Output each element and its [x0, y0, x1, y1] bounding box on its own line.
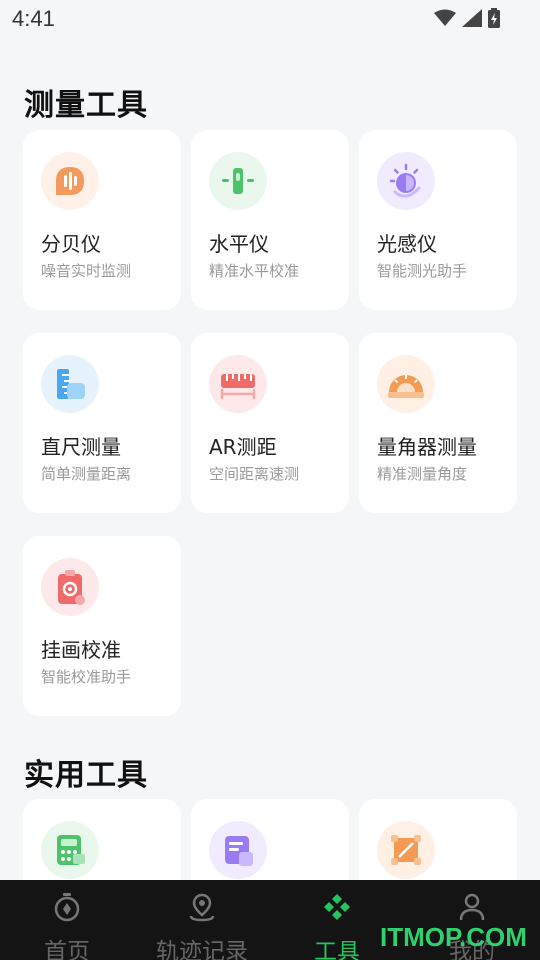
card-subtitle: 智能测光助手: [377, 262, 468, 280]
ruler-icon: [41, 355, 99, 413]
calculator-icon: [41, 821, 99, 879]
section-title-utility: 实用工具: [24, 758, 148, 793]
card-subtitle: 精准测量角度: [377, 465, 468, 483]
tool-card-ruler[interactable]: 直尺测量 简单测量距离: [23, 333, 181, 513]
section-title-measure: 测量工具: [24, 88, 148, 123]
card-subtitle: 智能校准助手: [41, 668, 132, 686]
card-title: 量角器测量: [377, 435, 477, 459]
card-title: AR测距: [209, 435, 277, 459]
status-icons: [434, 8, 500, 32]
profile-icon: [457, 892, 487, 922]
tool-card-picture-calibration[interactable]: 挂画校准 智能校准助手: [23, 536, 181, 716]
tools-grid-icon: [322, 892, 352, 922]
tool-card-protractor[interactable]: 量角器测量 精准测量角度: [359, 333, 517, 513]
decibel-meter-icon: [41, 152, 99, 210]
protractor-icon: [377, 355, 435, 413]
level-icon: [209, 152, 267, 210]
nav-item-track[interactable]: 轨迹记录: [147, 880, 257, 960]
picture-calibration-icon: [41, 558, 99, 616]
card-title: 分贝仪: [41, 232, 101, 256]
card-subtitle: 空间距离速测: [209, 465, 300, 483]
status-time: 4:41: [12, 6, 55, 31]
nav-label: 轨迹记录: [156, 939, 248, 960]
card-title: 挂画校准: [41, 638, 121, 662]
tool-card-decibel[interactable]: 分贝仪 噪音实时监测: [23, 130, 181, 310]
card-subtitle: 精准水平校准: [209, 262, 300, 280]
card-subtitle: 噪音实时监测: [41, 262, 132, 280]
nav-label: 工具: [314, 939, 360, 960]
calendar-icon: [209, 821, 267, 879]
watermark-logo: ITMOP.COM: [380, 922, 527, 952]
location-pin-icon: [187, 892, 217, 922]
ar-distance-icon: [209, 355, 267, 413]
card-title: 光感仪: [377, 232, 437, 256]
tool-card-level[interactable]: 水平仪 精准水平校准: [191, 130, 349, 310]
wifi-icon: [434, 9, 456, 31]
tool-card-ar-distance[interactable]: AR测距 空间距离速测: [191, 333, 349, 513]
card-title: 水平仪: [209, 232, 269, 256]
signal-icon: [462, 9, 482, 31]
nav-item-tools[interactable]: 工具: [292, 880, 382, 960]
card-title: 直尺测量: [41, 435, 121, 459]
card-subtitle: 简单测量距离: [41, 465, 132, 483]
status-bar: 4:41: [0, 0, 540, 40]
nav-label: 首页: [44, 939, 90, 960]
home-compass-icon: [52, 892, 82, 922]
crop-icon: [377, 821, 435, 879]
nav-item-home[interactable]: 首页: [22, 880, 112, 960]
light-sensor-icon: [377, 152, 435, 210]
tool-card-light-sensor[interactable]: 光感仪 智能测光助手: [359, 130, 517, 310]
battery-icon: [488, 8, 500, 32]
